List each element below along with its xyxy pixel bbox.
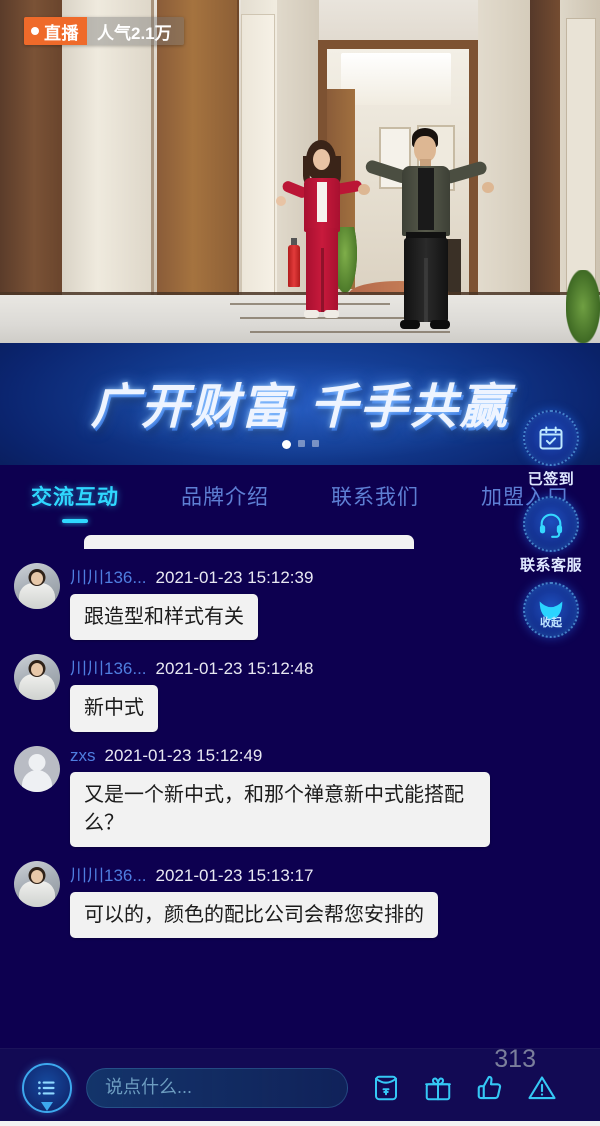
live-dot-icon xyxy=(31,27,39,35)
headset-icon xyxy=(522,496,579,552)
calendar-check-icon xyxy=(523,410,579,466)
section-tab-bar: 交流互动 品牌介绍 联系我们 加盟入口 xyxy=(0,465,600,527)
float-customer-service-button[interactable]: 联系客服 xyxy=(520,496,582,579)
warning-icon[interactable] xyxy=(524,1070,560,1106)
chat-message-list[interactable]: 川川136... 2021-01-23 15:12:39 跟造型和样式有关 川川… xyxy=(0,527,600,1033)
popularity-badge: 人气2.1万 xyxy=(87,17,184,45)
chat-input-wrapper[interactable] xyxy=(86,1067,348,1108)
message-timestamp: 2021-01-23 15:12:48 xyxy=(155,659,314,679)
bottom-action-icons xyxy=(368,1070,560,1106)
message-username[interactable]: 川川136... xyxy=(70,563,147,588)
float-check-in-label: 已签到 xyxy=(527,471,575,488)
red-envelope-icon[interactable] xyxy=(368,1070,404,1106)
tab-brand-intro[interactable]: 品牌介绍 xyxy=(150,481,300,511)
popularity-label: 人气2.1万 xyxy=(97,23,172,43)
chat-message-row: 川川136... 2021-01-23 15:13:17 可以的，颜色的配比公司… xyxy=(0,847,600,938)
chat-input[interactable] xyxy=(105,1077,329,1098)
carousel-dot-1[interactable] xyxy=(281,440,291,449)
avatar[interactable] xyxy=(14,654,60,701)
banner-title: 广开财富 千手共赢 xyxy=(90,379,510,435)
chat-partial-message-top xyxy=(84,535,414,549)
message-bubble: 可以的，颜色的配比公司会帮您安排的 xyxy=(70,891,438,938)
like-counter: 313 xyxy=(494,1045,536,1073)
chat-message-row: 川川136... 2021-01-23 15:12:48 新中式 xyxy=(0,640,600,732)
carousel-dot-3[interactable] xyxy=(311,440,319,447)
floating-action-panel: 已签到 联系客服 收起 xyxy=(512,410,590,638)
live-label: 直播 xyxy=(44,23,79,43)
live-status-overlay: 直播 人气2.1万 xyxy=(24,17,184,45)
video-person-presenter-male xyxy=(358,128,494,333)
chat-message-row: zxs 2021-01-23 15:12:49 又是一个新中式，和那个禅意新中式… xyxy=(0,732,600,847)
avatar[interactable] xyxy=(14,860,60,907)
float-check-in-button[interactable]: 已签到 xyxy=(523,410,579,493)
carousel-dots[interactable] xyxy=(0,440,600,449)
message-username[interactable]: 川川136... xyxy=(70,861,147,886)
promo-banner-carousel[interactable]: 广开财富 千手共赢 xyxy=(0,343,600,465)
message-username[interactable]: zxs xyxy=(70,746,96,766)
message-timestamp: 2021-01-23 15:12:39 xyxy=(155,568,314,587)
live-badge: 直播 xyxy=(24,17,87,45)
tab-interaction[interactable]: 交流互动 xyxy=(0,481,150,511)
message-timestamp: 2021-01-23 15:13:17 xyxy=(155,865,314,885)
message-bubble: 跟造型和样式有关 xyxy=(70,594,258,641)
message-bubble: 新中式 xyxy=(70,685,158,732)
live-video-player[interactable]: 直播 人气2.1万 xyxy=(0,0,600,343)
float-collapse-label: 收起 xyxy=(540,617,562,629)
avatar[interactable] xyxy=(14,563,60,609)
chevron-down-icon: 收起 xyxy=(523,582,579,638)
thumbs-up-icon[interactable] xyxy=(472,1070,508,1106)
float-customer-service-label: 联系客服 xyxy=(519,557,582,574)
gift-icon[interactable] xyxy=(420,1070,456,1106)
tab-contact-us[interactable]: 联系我们 xyxy=(300,481,450,511)
video-frame-content xyxy=(0,0,600,343)
video-person-presenter-female xyxy=(276,140,363,325)
message-timestamp: 2021-01-23 15:12:49 xyxy=(104,745,263,765)
float-collapse-button[interactable]: 收起 xyxy=(523,582,579,638)
home-indicator-strip xyxy=(0,1121,600,1126)
live-stream-screen: 直播 人气2.1万 广开财富 千手共赢 交流互动 品牌介绍 联系我们 加盟入口 xyxy=(0,0,600,1126)
avatar[interactable] xyxy=(14,745,60,792)
chat-message-row: 川川136... 2021-01-23 15:12:39 跟造型和样式有关 xyxy=(0,549,600,641)
message-bubble: 又是一个新中式，和那个禅意新中式能搭配么？ xyxy=(70,771,490,847)
list-menu-icon[interactable] xyxy=(22,1062,72,1113)
tab-active-indicator xyxy=(62,519,88,523)
message-username[interactable]: 川川136... xyxy=(70,654,147,679)
carousel-dot-2[interactable] xyxy=(297,440,305,447)
